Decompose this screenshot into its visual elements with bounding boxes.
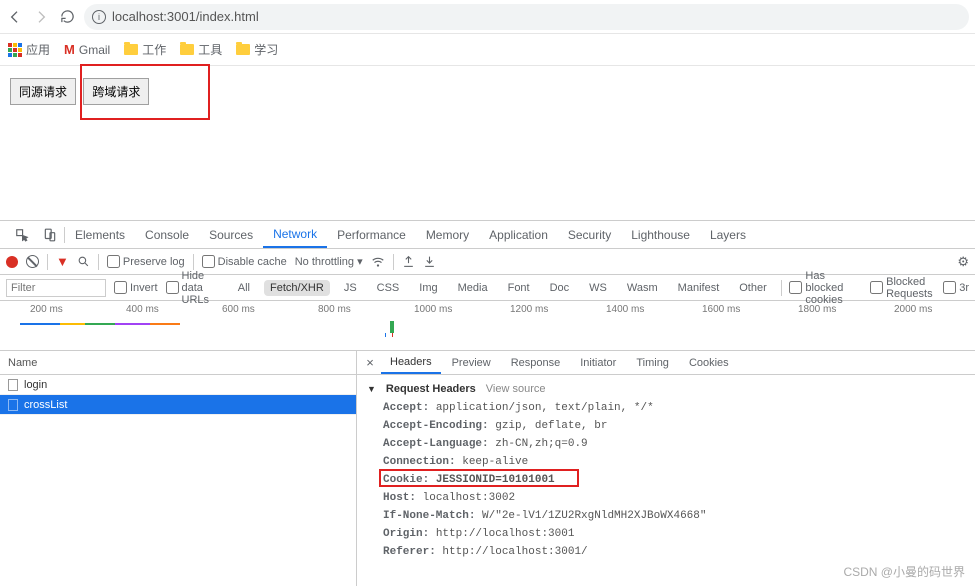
header-referer: Referer: http://localhost:3001/ [357,543,975,561]
request-list-header[interactable]: Name [0,351,356,375]
url-text: localhost:3001/index.html [112,9,259,24]
network-timeline[interactable]: 200 ms 400 ms 600 ms 800 ms 1000 ms 1200… [0,301,975,351]
throttling-select[interactable]: No throttling ▾ [295,255,363,268]
back-icon[interactable] [6,8,24,26]
filter-img[interactable]: Img [413,280,443,296]
tab-console[interactable]: Console [135,221,199,248]
detail-tab-cookies[interactable]: Cookies [680,351,738,374]
header-if-none-match: If-None-Match: W/"2e-lV1/1ZU2RxgNldMH2XJ… [357,507,975,525]
device-icon[interactable] [40,225,60,245]
request-detail: × Headers Preview Response Initiator Tim… [357,351,975,586]
tab-lighthouse[interactable]: Lighthouse [621,221,700,248]
folder-icon [236,44,250,55]
folder-icon [180,44,194,55]
bookmark-folder-2[interactable]: 工具 [180,41,222,58]
page-content: 同源请求 跨域请求 [0,66,975,117]
url-box[interactable]: i localhost:3001/index.html [84,4,969,30]
apps-button[interactable]: 应用 [8,41,50,58]
bookmarks-bar: 应用 M Gmail 工作 工具 学习 [0,34,975,66]
upload-icon[interactable] [402,255,415,268]
filter-all[interactable]: All [232,280,256,296]
tab-sources[interactable]: Sources [199,221,263,248]
reload-icon[interactable] [58,8,76,26]
tab-security[interactable]: Security [558,221,621,248]
apps-icon [8,43,22,57]
request-row-crosslist[interactable]: crossList [0,395,356,415]
detail-body: ▼ Request Headers View source Accept: ap… [357,375,975,586]
header-origin: Origin: http://localhost:3001 [357,525,975,543]
cross-origin-button[interactable]: 跨域请求 [83,78,149,105]
watermark: CSDN @小曼的码世界 [843,563,965,580]
request-list: Name login crossList [0,351,357,586]
filter-other[interactable]: Other [733,280,773,296]
preserve-log-checkbox[interactable]: Preserve log [107,255,185,268]
close-detail-icon[interactable]: × [361,355,379,370]
view-source-link[interactable]: View source [486,383,546,395]
clear-icon[interactable] [26,255,39,268]
file-icon [8,379,18,391]
request-pane: Name login crossList × Headers Preview R… [0,351,975,586]
filter-row: Invert Hide data URLs All Fetch/XHR JS C… [0,275,975,301]
tab-performance[interactable]: Performance [327,221,416,248]
gmail-icon: M [64,42,75,57]
header-accept: Accept: application/json, text/plain, */… [357,399,975,417]
tab-application[interactable]: Application [479,221,558,248]
settings-icon[interactable]: ⚙ [957,254,969,270]
header-accept-language: Accept-Language: zh-CN,zh;q=0.9 [357,435,975,453]
detail-tab-headers[interactable]: Headers [381,351,441,374]
filter-input[interactable] [6,279,106,297]
forward-icon[interactable] [32,8,50,26]
disable-cache-checkbox[interactable]: Disable cache [202,255,287,268]
tab-memory[interactable]: Memory [416,221,479,248]
detail-tab-initiator[interactable]: Initiator [571,351,625,374]
devtools-tabs: Elements Console Sources Network Perform… [0,221,975,249]
detail-tab-timing[interactable]: Timing [627,351,678,374]
filter-doc[interactable]: Doc [544,280,576,296]
detail-tab-response[interactable]: Response [502,351,570,374]
tab-layers[interactable]: Layers [700,221,756,248]
bookmark-folder-3[interactable]: 学习 [236,41,278,58]
header-accept-encoding: Accept-Encoding: gzip, deflate, br [357,417,975,435]
header-host: Host: localhost:3002 [357,489,975,507]
filter-css[interactable]: CSS [371,280,406,296]
file-icon [8,399,18,411]
invert-checkbox[interactable]: Invert [114,281,158,294]
search-icon[interactable] [77,255,90,268]
timeline-bars [20,319,975,341]
detail-tab-preview[interactable]: Preview [443,351,500,374]
bookmark-gmail[interactable]: M Gmail [64,42,110,57]
tab-elements[interactable]: Elements [65,221,135,248]
filter-wasm[interactable]: Wasm [621,280,664,296]
filter-font[interactable]: Font [502,280,536,296]
blocked-requests-checkbox[interactable]: Blocked Requests [870,276,935,300]
devtools-panel: Elements Console Sources Network Perform… [0,220,975,586]
filter-js[interactable]: JS [338,280,363,296]
record-icon[interactable] [6,256,18,268]
inspect-icon[interactable] [12,225,32,245]
tab-network[interactable]: Network [263,221,327,248]
filter-ws[interactable]: WS [583,280,613,296]
header-connection: Connection: keep-alive [357,453,975,471]
filter-manifest[interactable]: Manifest [672,280,726,296]
request-headers-section[interactable]: ▼ Request Headers View source [357,379,975,399]
folder-icon [124,44,138,55]
filter-icon[interactable]: ▼ [56,254,69,269]
browser-address-bar: i localhost:3001/index.html [0,0,975,34]
third-party-checkbox[interactable]: 3r [943,281,969,294]
triangle-down-icon: ▼ [367,384,376,394]
request-row-login[interactable]: login [0,375,356,395]
download-icon[interactable] [423,255,436,268]
detail-tabs: × Headers Preview Response Initiator Tim… [357,351,975,375]
wifi-icon[interactable] [371,255,385,269]
bookmark-folder-1[interactable]: 工作 [124,41,166,58]
same-origin-button[interactable]: 同源请求 [10,78,76,105]
info-icon[interactable]: i [92,10,106,24]
filter-media[interactable]: Media [452,280,494,296]
header-cookie: Cookie: JESSIONID=10101001 [357,471,975,489]
filter-fetch-xhr[interactable]: Fetch/XHR [264,280,330,296]
